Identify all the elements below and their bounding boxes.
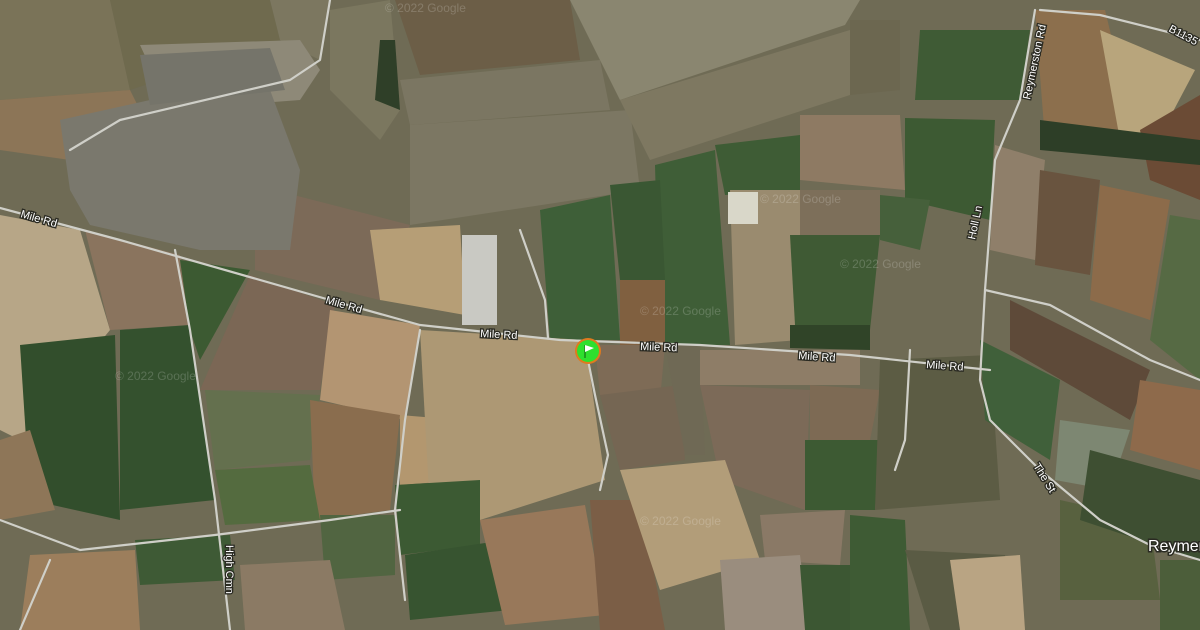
svg-text:© 2022 Google: © 2022 Google xyxy=(385,1,466,15)
place-label-reymerston: Reymerston xyxy=(1148,538,1200,555)
road-label-mile-rd-centre: Mile Rd xyxy=(480,328,518,342)
road-label-mile-rd-east1: Mile Rd xyxy=(640,341,678,354)
svg-text:© 2022 Google: © 2022 Google xyxy=(640,304,721,318)
svg-text:© 2022 Google: © 2022 Google xyxy=(760,192,841,206)
svg-text:© 2022 Google: © 2022 Google xyxy=(640,514,721,528)
satellite-map[interactable]: © 2022 Google © 2022 Google © 2022 Googl… xyxy=(0,0,1200,630)
location-pin-marker[interactable] xyxy=(575,338,601,364)
svg-text:© 2022 Google: © 2022 Google xyxy=(840,257,921,271)
svg-text:© 2022 Google: © 2022 Google xyxy=(115,369,196,383)
marker-fill xyxy=(577,340,599,362)
road-label-high-cmn: High Cmn xyxy=(223,545,235,594)
